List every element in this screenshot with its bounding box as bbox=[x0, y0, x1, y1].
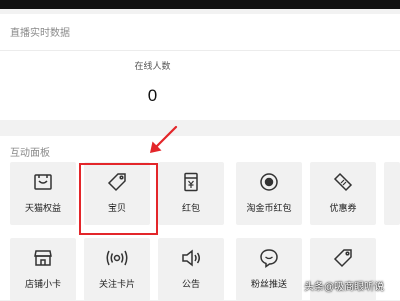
top-bar bbox=[0, 0, 400, 9]
interaction-panel-title: 互动面板 bbox=[10, 148, 50, 159]
tag-icon bbox=[310, 248, 376, 268]
tile-gold-coin-red-envelope[interactable]: 淘金币红包 bbox=[236, 162, 302, 225]
tile-red-envelope[interactable]: 红包 bbox=[158, 162, 224, 225]
speaker-icon bbox=[158, 248, 224, 268]
tile-follow-card[interactable]: 关注卡片 bbox=[84, 238, 150, 301]
broadcast-icon bbox=[84, 248, 150, 268]
red-arrow-icon bbox=[150, 125, 178, 153]
tile-label: 店铺小卡 bbox=[24, 279, 61, 289]
tile-shop-card[interactable]: 店铺小卡 bbox=[10, 238, 76, 301]
tile-tmall-benefits[interactable]: 天猫权益 bbox=[10, 162, 76, 225]
tmall-box-icon bbox=[10, 172, 76, 192]
chat-bubble-icon bbox=[236, 248, 302, 268]
gold-coin-icon bbox=[236, 172, 302, 192]
tile-label: 红包 bbox=[181, 203, 200, 213]
tile-more[interactable] bbox=[384, 162, 400, 225]
tile-label: 宝贝 bbox=[107, 203, 126, 213]
tile-fan-push[interactable]: 粉丝推送 bbox=[236, 238, 302, 301]
tile-announcement[interactable]: 公告 bbox=[158, 238, 224, 301]
tile-label: 粉丝推送 bbox=[250, 279, 287, 289]
watermark-text: 头条@吸商眼听说 bbox=[304, 282, 385, 293]
tile-coupon[interactable]: 优惠券 bbox=[310, 162, 376, 225]
coupon-icon bbox=[310, 172, 376, 192]
online-count-label: 在线人数 bbox=[134, 61, 171, 71]
tile-label: 淘金币红包 bbox=[246, 203, 292, 213]
interaction-panel: 互动面板 天猫权益 宝贝 红包 淘金币红包 优惠券 店铺小卡 关注卡片 公告 粉… bbox=[0, 136, 400, 301]
tile-label: 关注卡片 bbox=[98, 279, 135, 289]
tag-icon bbox=[84, 172, 150, 192]
live-data-panel: 直播实时数据 在线人数 0 bbox=[0, 14, 400, 120]
tile-product[interactable]: 宝贝 bbox=[84, 162, 150, 225]
red-envelope-icon bbox=[158, 172, 224, 192]
shop-card-icon bbox=[10, 248, 76, 268]
online-count-value: 0 bbox=[147, 86, 158, 105]
tile-label: 优惠券 bbox=[329, 203, 357, 213]
panel-divider bbox=[0, 50, 400, 51]
tile-label: 天猫权益 bbox=[24, 203, 61, 213]
live-data-title: 直播实时数据 bbox=[10, 28, 70, 39]
tile-label: 公告 bbox=[181, 279, 200, 289]
